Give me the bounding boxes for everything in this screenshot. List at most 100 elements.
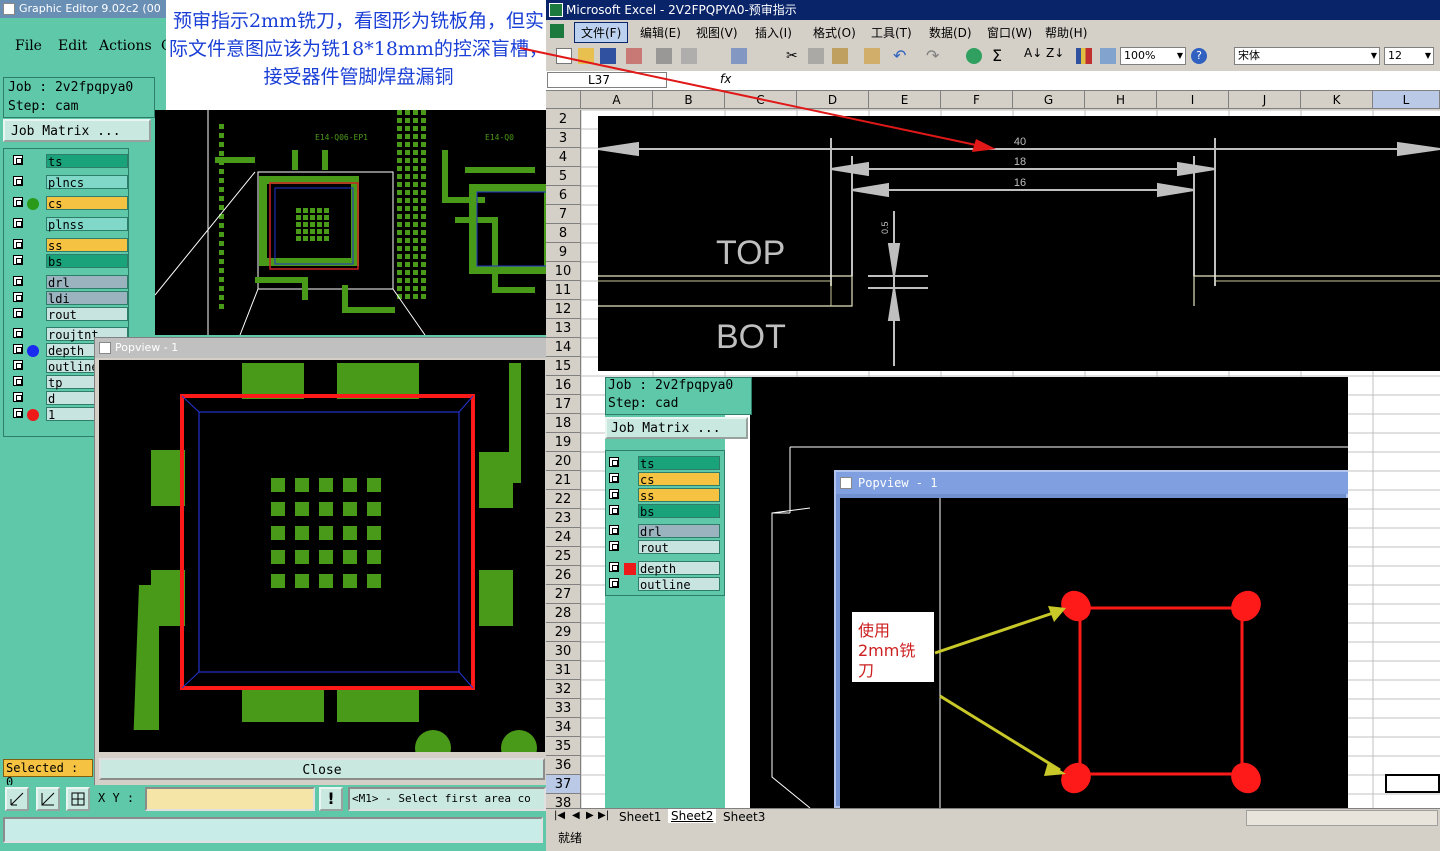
font-name-dropdown[interactable]: 宋体 ▼ [1234, 47, 1380, 65]
emb-layer-row-ss[interactable]: ss [606, 488, 722, 503]
layer-row-bs[interactable]: bs [10, 254, 128, 269]
grid-tool-icon[interactable] [66, 787, 90, 811]
xy-input[interactable] [145, 787, 315, 811]
row-header-32[interactable]: 32 [546, 680, 581, 699]
emb-job-matrix-button[interactable]: Job Matrix ... [605, 417, 748, 439]
row-header-11[interactable]: 11 [546, 281, 581, 300]
sort-asc-icon[interactable]: A↓ [1024, 46, 1042, 60]
layer-checkbox[interactable] [13, 239, 23, 249]
prev-sheet-icon[interactable]: ◀ [572, 810, 580, 821]
row-header-9[interactable]: 9 [546, 243, 581, 262]
help-icon[interactable]: ? [1191, 48, 1207, 64]
menu-view-xl[interactable]: 视图(V) [696, 24, 738, 41]
row-header-19[interactable]: 19 [546, 433, 581, 452]
layer-checkbox[interactable] [13, 392, 23, 402]
column-header-k[interactable]: K [1301, 91, 1373, 109]
menu-tools-xl[interactable]: 工具(T) [871, 24, 912, 41]
font-size-dropdown[interactable]: 12 ▼ [1384, 47, 1434, 65]
column-header-f[interactable]: F [941, 91, 1013, 109]
spelling-icon[interactable] [731, 48, 747, 64]
layer-row-rout[interactable]: rout [10, 307, 128, 322]
layer-row-ts[interactable]: ts [10, 154, 128, 169]
paste-icon[interactable] [832, 48, 848, 64]
tab-sheet2[interactable]: Sheet2 [668, 809, 717, 823]
emb-layer-row-ts[interactable]: ts [606, 456, 722, 471]
row-header-6[interactable]: 6 [546, 186, 581, 205]
active-cell-l37[interactable] [1385, 774, 1440, 793]
row-header-21[interactable]: 21 [546, 471, 581, 490]
row-header-34[interactable]: 34 [546, 718, 581, 737]
layer-checkbox[interactable] [13, 292, 23, 302]
layer-row-plnss[interactable]: plnss [10, 217, 128, 232]
ge-graphic-canvas[interactable]: E14-Q06-EP1 E14-Q0 [155, 110, 546, 335]
undo-icon[interactable]: ↶ [893, 46, 906, 65]
column-header-e[interactable]: E [869, 91, 941, 109]
menu-format-xl[interactable]: 格式(O) [813, 24, 856, 41]
row-header-20[interactable]: 20 [546, 452, 581, 471]
layer-row-plncs[interactable]: plncs [10, 175, 128, 190]
row-header-33[interactable]: 33 [546, 699, 581, 718]
popview-canvas[interactable] [99, 360, 545, 752]
emb-layer-row-outline[interactable]: outline [606, 577, 722, 592]
column-header-i[interactable]: I [1157, 91, 1229, 109]
chart-wizard-icon[interactable] [1076, 48, 1092, 64]
warning-icon[interactable]: ! [319, 787, 343, 811]
column-header-j[interactable]: J [1229, 91, 1301, 109]
layer-checkbox[interactable] [13, 255, 23, 265]
row-header-13[interactable]: 13 [546, 319, 581, 338]
row-header-29[interactable]: 29 [546, 623, 581, 642]
drawing-icon[interactable] [1100, 48, 1116, 64]
emb-layer-row-bs[interactable]: bs [606, 504, 722, 519]
row-header-30[interactable]: 30 [546, 642, 581, 661]
menu-help-xl[interactable]: 帮助(H) [1045, 24, 1087, 41]
column-header-a[interactable]: A [581, 91, 653, 109]
row-header-8[interactable]: 8 [546, 224, 581, 243]
row-header-22[interactable]: 22 [546, 490, 581, 509]
sort-desc-icon[interactable]: Z↓ [1046, 46, 1064, 60]
autosum-icon[interactable]: Σ [992, 46, 1002, 65]
row-header-31[interactable]: 31 [546, 661, 581, 680]
print-preview-icon[interactable] [681, 48, 697, 64]
row-header-37[interactable]: 37 [546, 775, 581, 794]
row-header-24[interactable]: 24 [546, 528, 581, 547]
select-all-corner[interactable] [546, 91, 581, 109]
menu-insert-xl[interactable]: 插入(I) [755, 24, 792, 41]
command-line-input[interactable] [3, 817, 543, 843]
row-header-26[interactable]: 26 [546, 566, 581, 585]
layer-checkbox[interactable] [13, 155, 23, 165]
emb-layer-row-cs[interactable]: cs [606, 472, 722, 487]
new-icon[interactable] [556, 48, 572, 64]
row-header-15[interactable]: 15 [546, 357, 581, 376]
column-header-l[interactable]: L [1373, 91, 1440, 109]
row-header-28[interactable]: 28 [546, 604, 581, 623]
next-sheet-icon[interactable]: ▶ [586, 810, 594, 821]
row-header-2[interactable]: 2 [546, 110, 581, 129]
layer-checkbox[interactable] [13, 276, 23, 286]
copy-icon[interactable] [808, 48, 824, 64]
redo-icon[interactable]: ↷ [926, 46, 939, 65]
dimension-drawing[interactable]: 40 18 16 0.5 TOP BOT [598, 116, 1440, 371]
layer-row-ldi[interactable]: ldi [10, 291, 128, 306]
menu-window-xl[interactable]: 窗口(W) [987, 24, 1032, 41]
menu-file[interactable]: File [15, 38, 42, 54]
embedded-editor-screenshot[interactable]: Job : 2v2fpqpya0 Step: cad Job Matrix ..… [605, 377, 1348, 808]
emb-layer-checkbox[interactable] [609, 457, 619, 467]
name-box[interactable]: L37 [547, 72, 667, 88]
emb-layer-checkbox[interactable] [609, 525, 619, 535]
menu-edit[interactable]: Edit [58, 38, 87, 54]
menu-data-xl[interactable]: 数据(D) [929, 24, 972, 41]
emb-layer-checkbox[interactable] [609, 562, 619, 572]
row-header-10[interactable]: 10 [546, 262, 581, 281]
row-header-25[interactable]: 25 [546, 547, 581, 566]
zoom-dropdown[interactable]: 100% ▼ [1120, 47, 1186, 65]
tab-sheet1[interactable]: Sheet1 [616, 810, 664, 824]
layer-checkbox[interactable] [13, 344, 23, 354]
layer-checkbox[interactable] [13, 218, 23, 228]
emb-layer-checkbox[interactable] [609, 489, 619, 499]
tab-sheet3[interactable]: Sheet3 [720, 810, 768, 824]
formula-input[interactable] [736, 72, 1436, 88]
row-header-5[interactable]: 5 [546, 167, 581, 186]
menu-edit-xl[interactable]: 编辑(E) [640, 24, 681, 41]
permission-icon[interactable] [626, 48, 642, 64]
row-header-36[interactable]: 36 [546, 756, 581, 775]
